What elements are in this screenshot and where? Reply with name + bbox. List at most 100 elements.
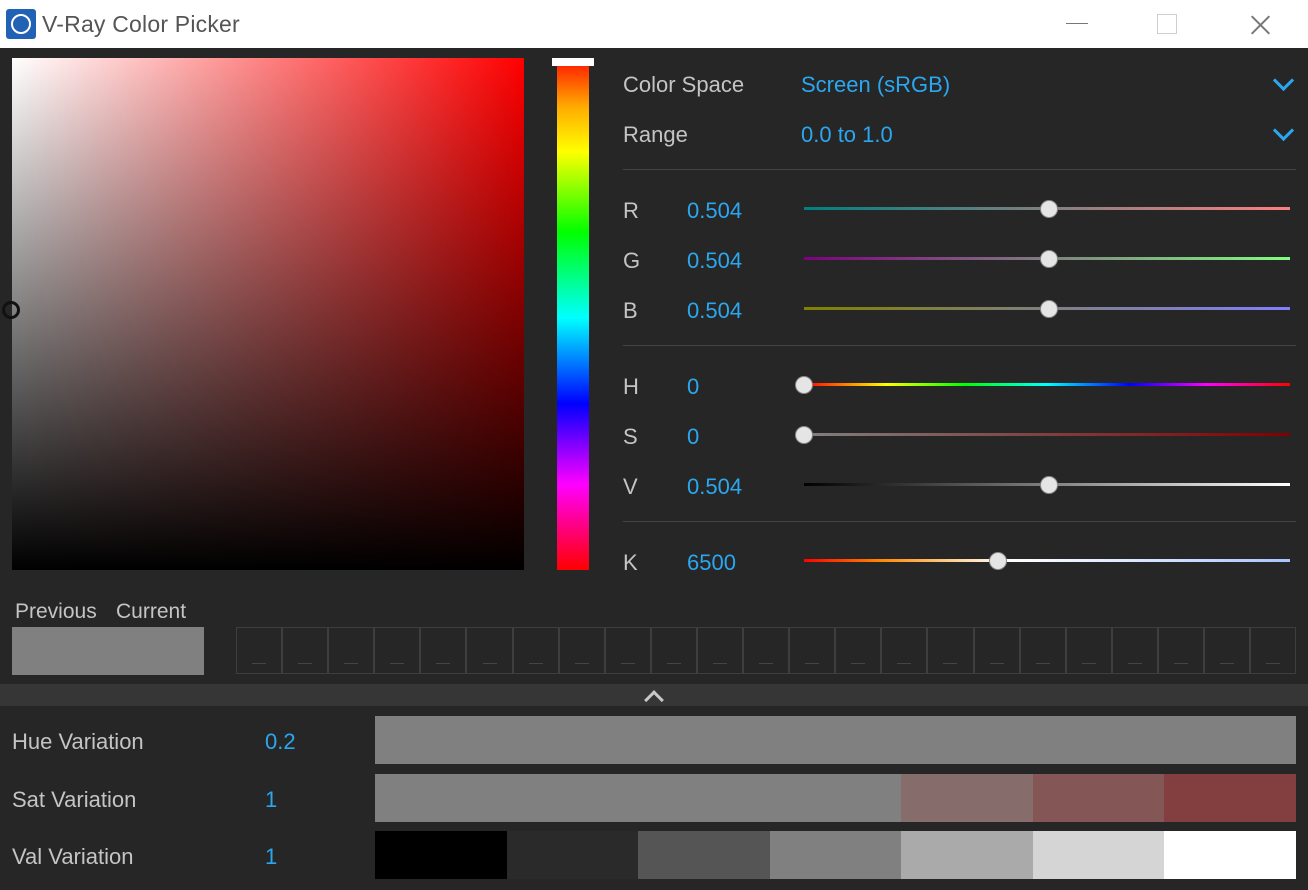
- g-slider-thumb[interactable]: [1039, 250, 1058, 268]
- palette-slot[interactable]: [881, 627, 928, 674]
- g-value[interactable]: 0.504: [687, 248, 742, 274]
- palette-slot[interactable]: [789, 627, 836, 674]
- hue-variation-swatch[interactable]: [1164, 716, 1297, 764]
- title-bar: V-Ray Color Picker: [0, 0, 1308, 48]
- r-value[interactable]: 0.504: [687, 198, 742, 224]
- sat-variation-swatch[interactable]: [769, 774, 902, 822]
- palette-slot[interactable]: [604, 627, 651, 674]
- palette-slot[interactable]: [973, 627, 1020, 674]
- separator: [623, 345, 1296, 346]
- color-palette: [236, 627, 1297, 674]
- chevron-down-icon[interactable]: [1272, 69, 1295, 92]
- g-slider[interactable]: [804, 250, 1290, 268]
- palette-slot[interactable]: [1019, 627, 1066, 674]
- sat-variation-strip: [375, 774, 1297, 822]
- palette-slot[interactable]: [282, 627, 329, 674]
- close-button[interactable]: [1214, 0, 1304, 48]
- sat-variation-swatch[interactable]: [375, 774, 507, 822]
- sat-variation-swatch[interactable]: [506, 774, 639, 822]
- palette-slot[interactable]: [374, 627, 421, 674]
- color-space-label: Color Space: [623, 72, 745, 97]
- chevron-down-icon[interactable]: [1272, 119, 1295, 142]
- h-slider-thumb[interactable]: [795, 376, 813, 394]
- hue-bar[interactable]: [557, 66, 589, 570]
- hue-variation-swatch[interactable]: [769, 716, 902, 764]
- sat-variation-swatch[interactable]: [1164, 774, 1297, 822]
- k-value[interactable]: 6500: [687, 550, 736, 576]
- vray-logo-icon: [6, 9, 36, 39]
- b-label: B: [623, 298, 638, 323]
- r-slider-thumb[interactable]: [1039, 200, 1058, 218]
- r-label: R: [623, 198, 639, 223]
- k-slider-thumb[interactable]: [989, 552, 1008, 570]
- palette-slot[interactable]: [512, 627, 559, 674]
- palette-slot[interactable]: [328, 627, 375, 674]
- saturation-value-picker[interactable]: [2, 58, 524, 570]
- palette-slot[interactable]: [558, 627, 605, 674]
- r-slider[interactable]: [804, 200, 1290, 218]
- range-dropdown[interactable]: 0.0 to 1.0: [801, 122, 893, 148]
- hue-variation-label: Hue Variation: [12, 729, 144, 754]
- sat-variation-swatch[interactable]: [901, 774, 1033, 822]
- b-slider-thumb[interactable]: [1039, 300, 1058, 318]
- sat-variation-swatch[interactable]: [1032, 774, 1165, 822]
- palette-slot[interactable]: [1065, 627, 1112, 674]
- sat-variation-value[interactable]: 1: [265, 787, 277, 813]
- maximize-button[interactable]: [1121, 0, 1211, 48]
- palette-slot[interactable]: [835, 627, 882, 674]
- s-slider-thumb[interactable]: [795, 426, 813, 444]
- hue-variation-swatch[interactable]: [901, 716, 1033, 764]
- hue-variation-value[interactable]: 0.2: [265, 729, 296, 755]
- hue-variation-swatch[interactable]: [506, 716, 639, 764]
- h-value[interactable]: 0: [687, 374, 699, 400]
- minimize-button[interactable]: [1031, 0, 1121, 48]
- hue-variation-swatch[interactable]: [375, 716, 507, 764]
- palette-slot[interactable]: [743, 627, 790, 674]
- val-variation-label: Val Variation: [12, 844, 134, 869]
- range-label: Range: [623, 122, 688, 147]
- val-variation-swatch[interactable]: [638, 831, 770, 879]
- val-variation-swatch[interactable]: [769, 831, 902, 879]
- hue-variation-swatch[interactable]: [638, 716, 770, 764]
- color-space-dropdown[interactable]: Screen (sRGB): [801, 72, 950, 98]
- k-label: K: [623, 550, 638, 575]
- current-color-swatch[interactable]: [108, 627, 204, 675]
- k-slider[interactable]: [804, 552, 1290, 570]
- previous-color-swatch[interactable]: [12, 627, 108, 675]
- v-value[interactable]: 0.504: [687, 474, 742, 500]
- h-slider[interactable]: [795, 376, 1290, 394]
- hue-marker[interactable]: [552, 58, 594, 66]
- b-value[interactable]: 0.504: [687, 298, 742, 324]
- palette-slot[interactable]: [466, 627, 513, 674]
- sat-variation-label: Sat Variation: [12, 787, 137, 812]
- val-variation-swatch[interactable]: [506, 831, 639, 879]
- val-variation-swatch[interactable]: [375, 831, 507, 879]
- val-variation-swatch[interactable]: [1164, 831, 1297, 879]
- g-label: G: [623, 248, 641, 273]
- palette-slot[interactable]: [650, 627, 697, 674]
- v-slider[interactable]: [804, 476, 1290, 494]
- palette-slot[interactable]: [1111, 627, 1158, 674]
- palette-slot[interactable]: [420, 627, 467, 674]
- palette-slot[interactable]: [696, 627, 744, 674]
- val-variation-swatch[interactable]: [901, 831, 1033, 879]
- color-marker[interactable]: [2, 301, 20, 319]
- palette-slot[interactable]: [1203, 627, 1251, 674]
- palette-slot[interactable]: [1250, 627, 1297, 674]
- palette-slot[interactable]: [1157, 627, 1204, 674]
- window-title: V-Ray Color Picker: [42, 11, 240, 37]
- b-slider[interactable]: [804, 300, 1290, 318]
- s-slider[interactable]: [795, 426, 1290, 444]
- hue-variation-swatch[interactable]: [1032, 716, 1165, 764]
- val-variation-swatch[interactable]: [1032, 831, 1165, 879]
- separator: [623, 521, 1296, 522]
- val-variation-strip: [375, 831, 1297, 879]
- s-value[interactable]: 0: [687, 424, 699, 450]
- v-label: V: [623, 474, 638, 499]
- val-variation-value[interactable]: 1: [265, 844, 277, 870]
- separator: [623, 169, 1296, 170]
- palette-slot[interactable]: [236, 627, 283, 674]
- palette-slot[interactable]: [927, 627, 974, 674]
- v-slider-thumb[interactable]: [1039, 476, 1058, 494]
- sat-variation-swatch[interactable]: [638, 774, 770, 822]
